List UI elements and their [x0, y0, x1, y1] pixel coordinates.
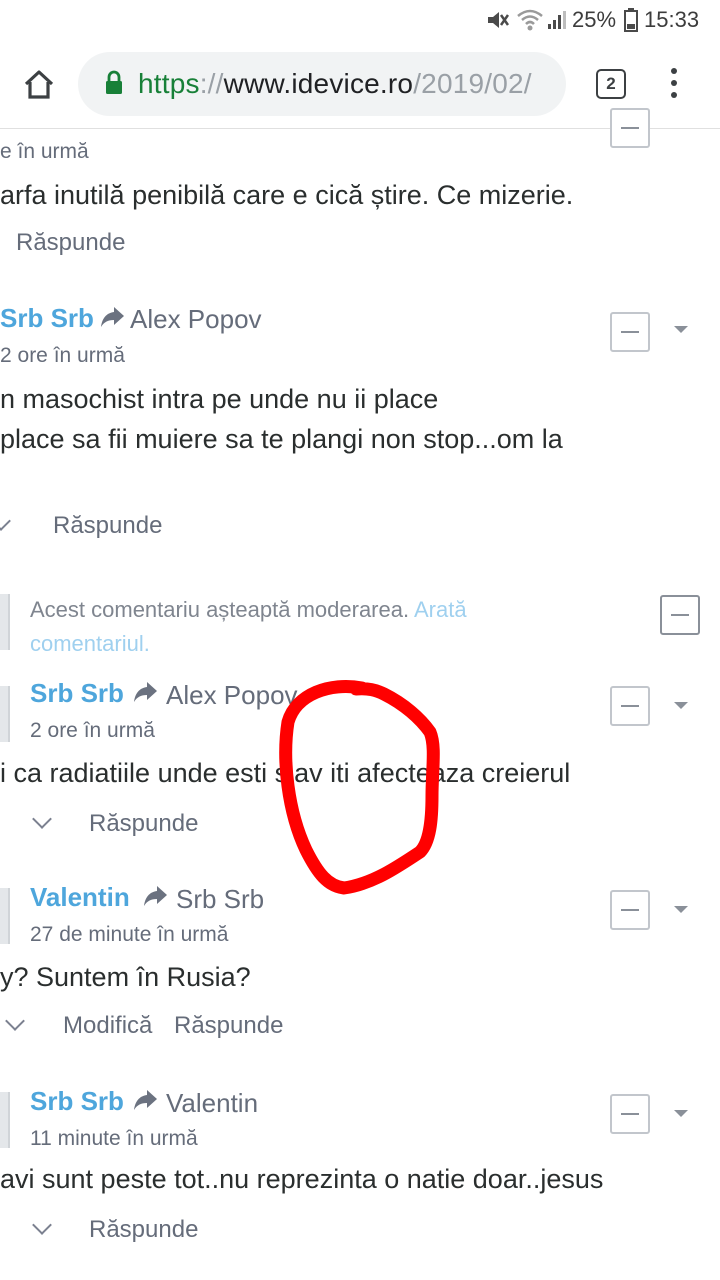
tab-switcher-button[interactable]: 2	[596, 69, 626, 99]
url-bar[interactable]: https://www.idevice.ro/2019/02/	[78, 52, 566, 116]
reply-to-author[interactable]: Alex Popov	[130, 304, 262, 335]
overflow-menu-icon[interactable]	[668, 68, 680, 102]
avatar	[0, 594, 10, 650]
reply-to-author[interactable]: Alex Popov	[166, 680, 298, 711]
collapse-button[interactable]	[610, 312, 650, 352]
reply-arrow-icon	[101, 307, 124, 327]
comment-time: e în urmă	[0, 140, 89, 163]
clock: 15:33	[644, 7, 700, 32]
url-separator: ://	[199, 68, 224, 99]
wifi-icon	[517, 9, 543, 31]
collapse-button[interactable]	[660, 595, 700, 635]
comment-body: i ca radiatiile unde esti slav iti afect…	[0, 758, 571, 788]
url-path: /2019/02/	[413, 68, 532, 99]
reply-arrow-icon	[134, 682, 157, 702]
reply-button[interactable]: Răspunde	[174, 1012, 283, 1040]
reply-arrow-icon	[144, 886, 167, 906]
edit-button[interactable]: Modifică	[63, 1012, 152, 1040]
reply-arrow-icon	[134, 1090, 157, 1110]
chevron-down-icon[interactable]	[0, 511, 11, 531]
comment-body: arfa inutilă penibilă care e cică știre.…	[0, 180, 574, 210]
show-comment-link[interactable]: comentariul.	[30, 631, 150, 657]
moderation-notice: Acest comentariu așteaptă moderarea. Ara…	[30, 597, 467, 622]
comment-time: 2 ore în urmă	[30, 719, 155, 742]
collapse-button[interactable]	[610, 686, 650, 726]
url-text: https://www.idevice.ro/2019/02/	[138, 68, 532, 100]
comment-menu-icon[interactable]	[674, 702, 688, 709]
url-host: www.idevice.ro	[223, 68, 414, 99]
comment-time: 11 minute în urmă	[30, 1127, 198, 1150]
collapse-button[interactable]	[610, 1094, 650, 1134]
signal-icon	[548, 11, 566, 29]
comment-time: 2 ore în urmă	[0, 344, 125, 367]
comment-author[interactable]: Srb Srb	[30, 1086, 124, 1117]
comment-author[interactable]: Srb Srb	[0, 303, 94, 334]
show-comment-link[interactable]: Arată	[414, 597, 467, 622]
battery-percent: 25%	[572, 7, 617, 32]
comment-menu-icon[interactable]	[674, 326, 688, 333]
comment-time: 27 de minute în urmă	[30, 923, 229, 946]
reply-button[interactable]: Răspunde	[16, 229, 125, 257]
avatar	[0, 686, 10, 742]
comment-body: avi sunt peste tot..nu reprezinta o nati…	[0, 1164, 604, 1194]
reply-to-author[interactable]: Valentin	[166, 1088, 258, 1119]
chevron-down-icon[interactable]	[32, 1215, 52, 1235]
mute-icon	[488, 12, 510, 28]
reply-button[interactable]: Răspunde	[53, 512, 162, 540]
reply-button[interactable]: Răspunde	[89, 1216, 198, 1244]
home-icon[interactable]	[22, 68, 56, 100]
chevron-down-icon[interactable]	[5, 1011, 25, 1031]
reply-button[interactable]: Răspunde	[89, 810, 198, 838]
comment-author[interactable]: Valentin	[30, 882, 130, 913]
comment-author[interactable]: Srb Srb	[30, 678, 124, 709]
reply-to-author[interactable]: Srb Srb	[176, 884, 264, 915]
url-scheme: https	[138, 68, 200, 99]
avatar	[0, 888, 10, 944]
avatar	[0, 1092, 10, 1148]
battery-icon	[624, 8, 638, 32]
comment-body: n masochist intra pe unde nu ii place	[0, 384, 439, 414]
lock-icon	[106, 70, 122, 94]
comment-menu-icon[interactable]	[674, 1110, 688, 1117]
comment-body: place sa fii muiere sa te plangi non sto…	[0, 424, 563, 454]
collapse-button[interactable]	[610, 890, 650, 930]
comment-menu-icon[interactable]	[674, 906, 688, 913]
collapse-button[interactable]	[610, 108, 650, 148]
comment-body: y? Suntem în Rusia?	[0, 962, 251, 992]
status-bar: 25% 15:33	[0, 0, 720, 40]
chevron-down-icon[interactable]	[32, 809, 52, 829]
